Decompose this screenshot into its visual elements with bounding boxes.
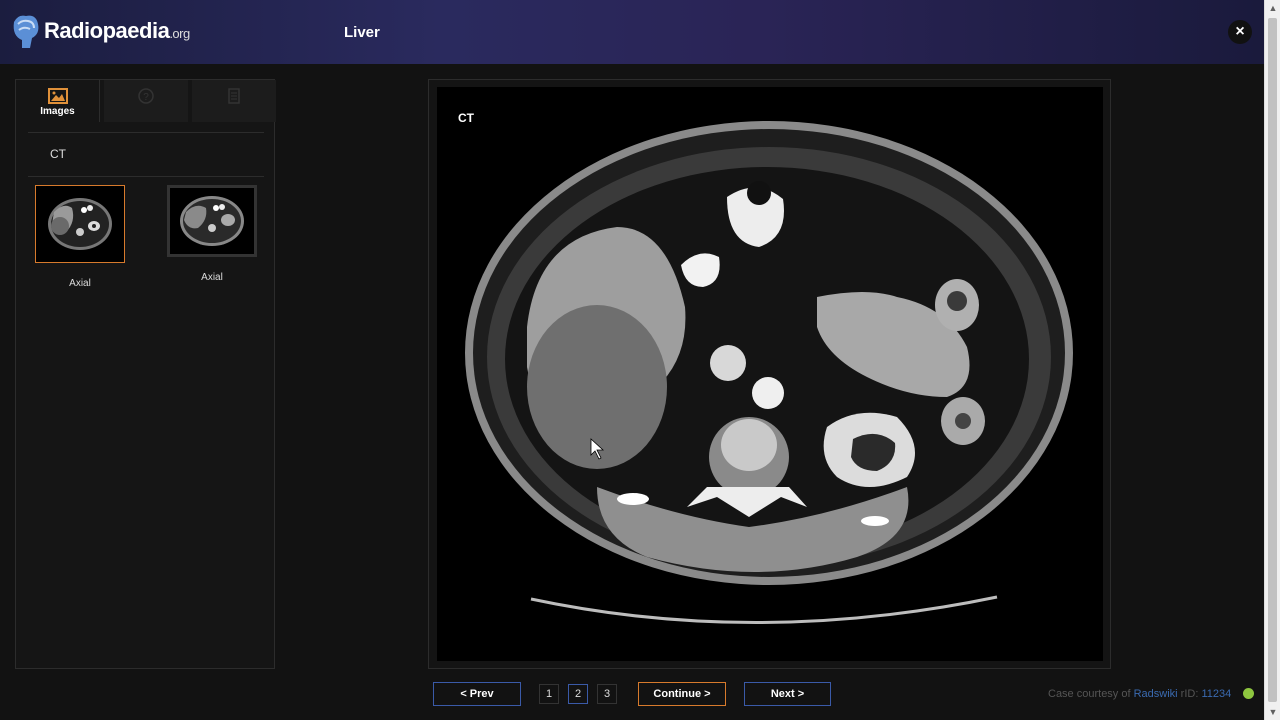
scroll-up-arrow-icon[interactable]: ▲ — [1265, 0, 1280, 16]
question-icon: ? — [138, 88, 154, 104]
tab-images-label: Images — [40, 106, 75, 117]
case-credit: Case courtesy of Radswiki rID: 11234 — [1048, 688, 1231, 700]
radiopaedia-logo[interactable]: Radiopaedia.org — [10, 12, 190, 50]
series-thumbnail-label: Axial — [201, 272, 223, 283]
credit-rid-label: rID: — [1177, 688, 1202, 700]
divider — [28, 132, 264, 133]
tab-questions[interactable]: ? — [104, 80, 188, 122]
credit-author-link[interactable]: Radswiki — [1134, 688, 1178, 700]
sidebar-tabs: Images ? — [16, 80, 276, 122]
next-button[interactable]: Next > — [744, 682, 831, 706]
credit-rid-link[interactable]: 11234 — [1201, 688, 1231, 700]
page-1-button[interactable]: 1 — [539, 684, 559, 704]
series-thumbnail-axial-1[interactable] — [35, 185, 125, 263]
scroll-down-arrow-icon[interactable]: ▼ — [1265, 704, 1280, 720]
tab-case-notes[interactable] — [192, 80, 276, 122]
sidebar: Images ? CT Axial Axial — [15, 79, 276, 669]
close-button[interactable]: × — [1228, 20, 1252, 44]
viewer-modality-label: CT — [458, 111, 474, 125]
credit-prefix: Case courtesy of — [1048, 688, 1134, 700]
modality-label: CT — [50, 147, 66, 161]
logo-text: Radiopaedia.org — [44, 18, 190, 43]
image-icon — [47, 88, 68, 104]
document-icon — [228, 88, 240, 104]
status-dot-icon — [1243, 688, 1254, 699]
prev-button[interactable]: < Prev — [433, 682, 521, 706]
svg-text:?: ? — [143, 92, 149, 103]
page-3-button[interactable]: 3 — [597, 684, 617, 704]
divider — [28, 176, 264, 177]
page-title: Liver — [344, 24, 380, 41]
page-scrollbar[interactable]: ▲ ▼ — [1264, 0, 1280, 720]
tab-images[interactable]: Images — [16, 80, 100, 122]
top-bar: Radiopaedia.org Liver × — [0, 0, 1264, 64]
ct-thumbnail-image — [48, 198, 112, 250]
ct-axial-image — [465, 121, 1073, 624]
continue-button[interactable]: Continue > — [638, 682, 726, 706]
scroll-thumb[interactable] — [1268, 18, 1277, 702]
page-2-button[interactable]: 2 — [568, 684, 588, 704]
series-thumbnail-axial-2[interactable] — [167, 185, 257, 257]
logo-icon — [10, 12, 42, 50]
series-thumbnail-label: Axial — [69, 278, 91, 289]
ct-thumbnail-image — [180, 196, 244, 246]
ct-image-viewer[interactable]: CT — [437, 87, 1103, 661]
